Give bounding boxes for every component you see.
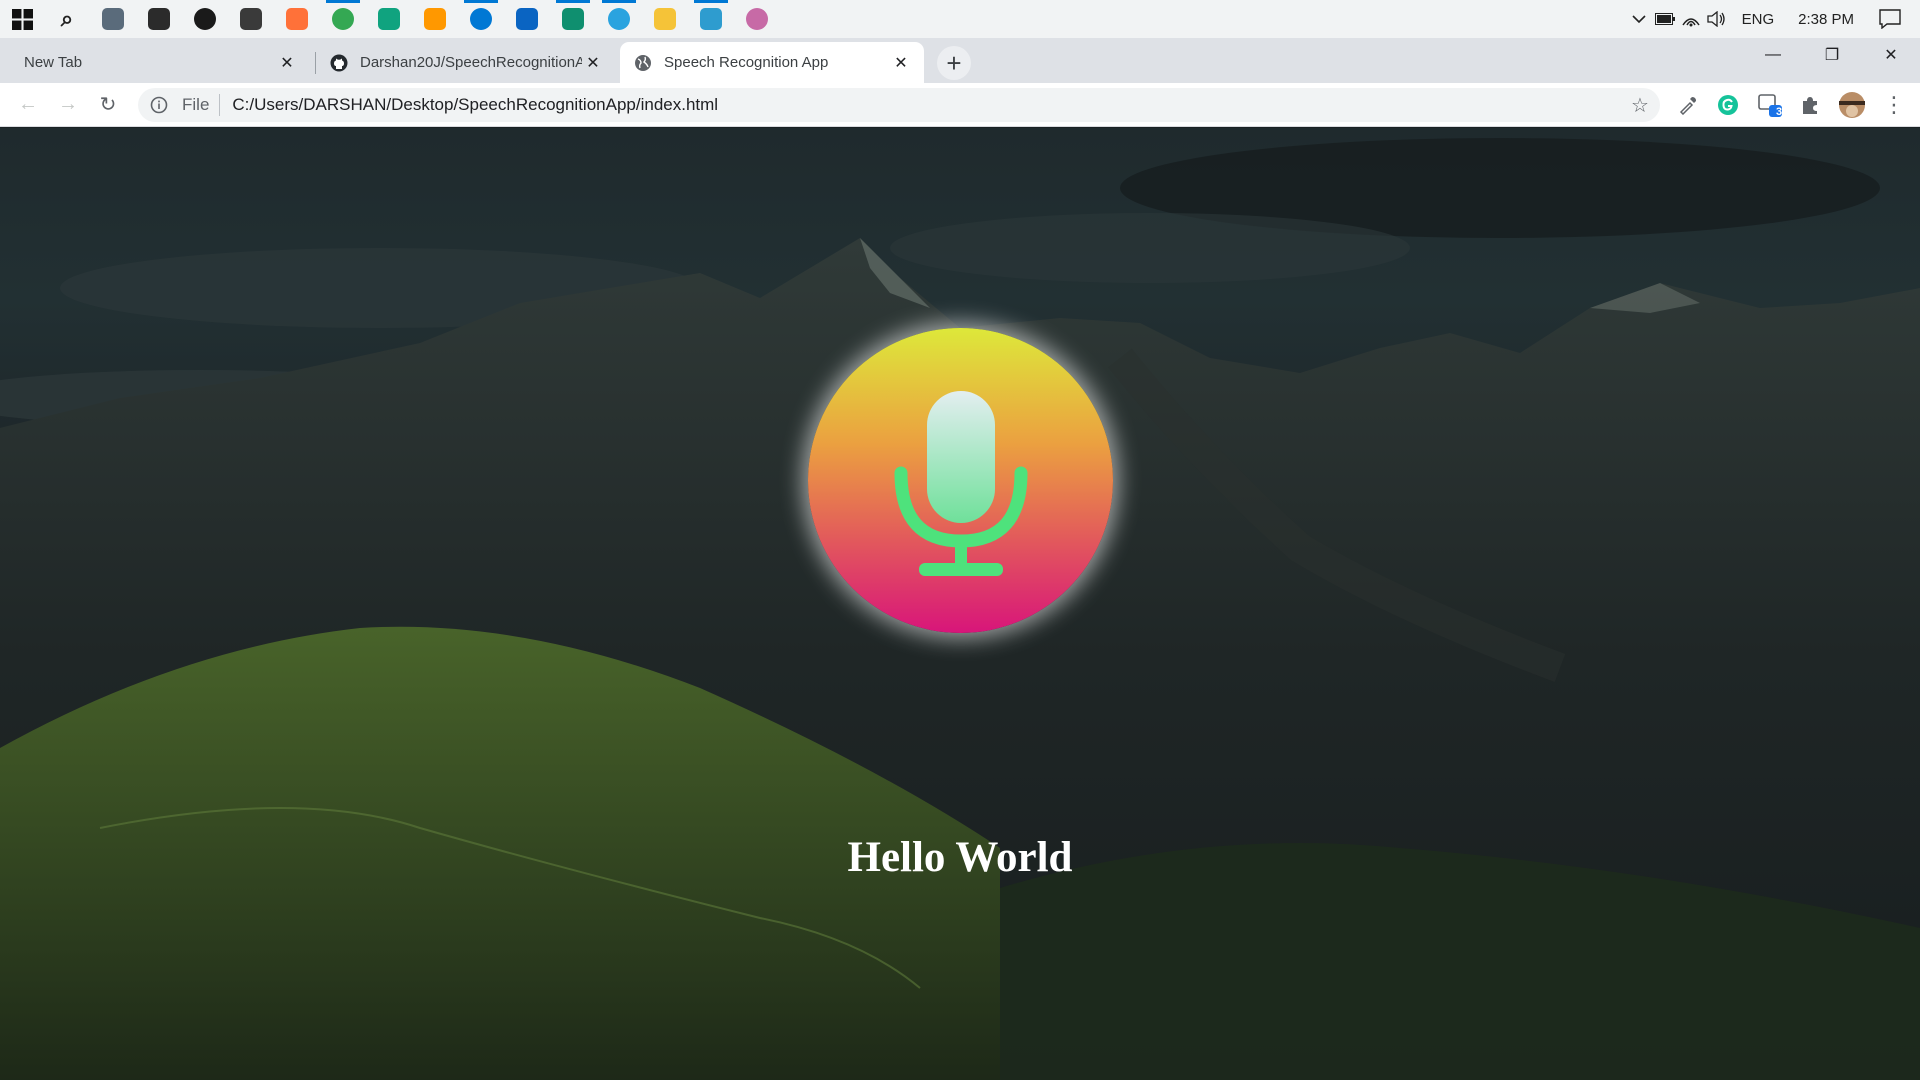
grammarly-icon[interactable] [1710,87,1746,123]
chrome-glyph [332,8,354,30]
microphone-icon [894,390,1027,576]
volume-icon[interactable] [1704,0,1730,38]
close-tab-icon[interactable]: ✕ [276,52,298,74]
whatsapp-glyph [562,8,584,30]
firefox-glyph [286,8,308,30]
taskbar-apps: ⌕ [44,0,780,38]
file-explorer-glyph [654,8,676,30]
browser-toolbar: ← → ↻ File C:/Users/DARSHAN/Desktop/Spee… [0,83,1920,127]
electron-glyph [700,8,722,30]
tab-title: New Tab [24,54,83,71]
sublime-icon[interactable] [412,0,458,38]
microphone-button[interactable] [808,328,1113,633]
tab-github[interactable]: Darshan20J/SpeechRecognitionA ✕ [316,42,616,83]
vscode-glyph [470,8,492,30]
scheme-label: File [176,94,221,116]
obs-glyph [148,8,170,30]
search-glyph: ⌕ [60,6,74,31]
forward-button[interactable]: → [48,85,88,125]
telegram-glyph [608,8,630,30]
chatgpt-glyph [378,8,400,30]
chevron-up-icon[interactable] [1626,0,1652,38]
close-tab-icon[interactable]: ✕ [890,52,912,74]
git-glyph [746,8,768,30]
tab-title: Speech Recognition App [664,54,829,71]
whatsapp-icon[interactable] [550,0,596,38]
system-tray: ENG 2:38 PM [1626,0,1920,38]
window-close-button[interactable]: ✕ [1862,38,1920,72]
notification-icon[interactable] [1866,0,1914,38]
sublime-glyph [424,8,446,30]
calculator-glyph [102,8,124,30]
tab-speech-recognition[interactable]: Speech Recognition App ✕ [620,42,924,83]
tab-new-tab[interactable]: New Tab ✕ [10,42,310,83]
calculator-icon[interactable] [90,0,136,38]
chatgpt-icon[interactable] [366,0,412,38]
close-tab-icon[interactable]: ✕ [582,52,604,74]
search-icon[interactable]: ⌕ [44,0,90,38]
address-bar[interactable]: File C:/Users/DARSHAN/Desktop/SpeechReco… [138,88,1660,122]
profile-avatar[interactable] [1834,87,1870,123]
mail-glyph [516,8,538,30]
firefox-icon[interactable] [274,0,320,38]
tab-strip: New Tab ✕ Darshan20J/SpeechRecognitionA … [0,38,1920,83]
chrome-icon[interactable] [320,0,366,38]
media-player-glyph [194,8,216,30]
vscode-icon[interactable] [458,0,504,38]
minimize-button[interactable]: — [1744,38,1802,72]
extension-badge-count: 3 [1776,106,1783,118]
page-viewport: Hello World [0,128,1920,1080]
info-icon[interactable] [142,88,176,122]
extension-badge-icon[interactable]: 3 [1752,87,1788,123]
taskbar: ⌕ ENG 2:38 PM [0,0,1920,38]
wifi-icon[interactable] [1678,0,1704,38]
tab-title: Darshan20J/SpeechRecognitionA [360,54,582,71]
windows-start-icon[interactable] [0,0,44,38]
app-container: Hello World [0,128,1920,1080]
eyedropper-icon[interactable] [1670,87,1706,123]
new-tab-button[interactable]: + [937,46,971,80]
mail-icon[interactable] [504,0,550,38]
git-icon[interactable] [734,0,780,38]
media-player-icon[interactable] [182,0,228,38]
electron-icon[interactable] [688,0,734,38]
transcript-text: Hello World [847,834,1073,881]
globe-icon [634,54,652,72]
extensions-puzzle-icon[interactable] [1792,87,1828,123]
language-indicator[interactable]: ENG [1730,11,1787,28]
davinci-icon[interactable] [228,0,274,38]
clock[interactable]: 2:38 PM [1786,11,1866,28]
reload-button[interactable]: ↻ [88,85,128,125]
file-explorer-icon[interactable] [642,0,688,38]
github-icon [330,54,348,72]
bookmark-star-icon[interactable]: ☆ [1620,88,1660,122]
battery-icon[interactable] [1652,0,1678,38]
telegram-icon[interactable] [596,0,642,38]
url-text[interactable]: C:/Users/DARSHAN/Desktop/SpeechRecogniti… [220,95,1620,115]
davinci-glyph [240,8,262,30]
browser-menu-icon[interactable]: ⋮ [1876,87,1912,123]
restore-button[interactable]: ❐ [1803,38,1861,72]
back-button[interactable]: ← [8,85,48,125]
obs-icon[interactable] [136,0,182,38]
